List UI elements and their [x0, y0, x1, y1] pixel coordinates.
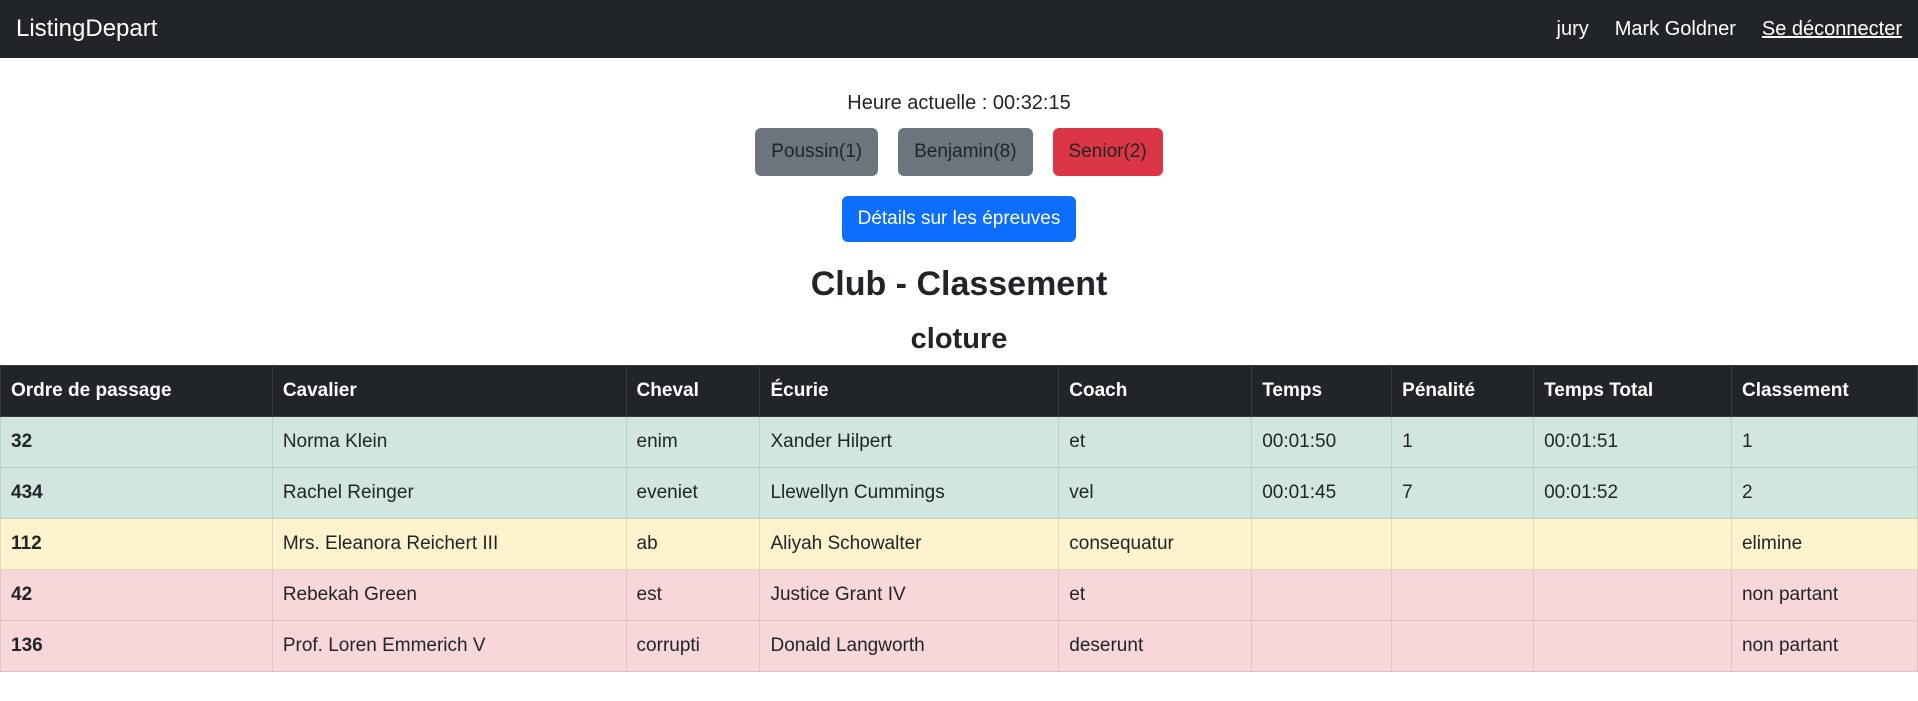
- table-cell: [1251, 518, 1393, 570]
- table-cell: corrupti: [625, 620, 761, 672]
- table-cell: 1: [1391, 416, 1535, 468]
- table-cell: Aliyah Schowalter: [759, 518, 1060, 570]
- table-cell: Llewellyn Cummings: [759, 467, 1060, 519]
- table-cell: [1533, 569, 1732, 621]
- logout-link[interactable]: Se déconnecter: [1762, 18, 1902, 41]
- column-header: Cavalier: [271, 365, 627, 417]
- table-cell: Justice Grant IV: [759, 569, 1060, 621]
- table-row: 42 Rebekah Green est Justice Grant IV et…: [0, 569, 1918, 621]
- table-row: 112 Mrs. Eleanora Reichert III ab Aliyah…: [0, 518, 1918, 570]
- category-button-senior[interactable]: Senior(2): [1052, 128, 1163, 176]
- navbar-user-area: jury Mark Goldner Se déconnecter: [1557, 18, 1903, 41]
- current-time: Heure actuelle : 00:32:15: [847, 92, 1071, 114]
- brand-link[interactable]: ListingDepart: [16, 15, 157, 43]
- page-title: Club - Classement: [810, 265, 1108, 303]
- table-cell: 434: [0, 467, 273, 519]
- table-cell: non partant: [1730, 620, 1918, 672]
- column-header: Temps Total: [1533, 365, 1732, 417]
- table-cell: 00:01:45: [1251, 467, 1393, 519]
- table-cell: [1251, 620, 1393, 672]
- table-cell: 1: [1730, 416, 1918, 468]
- event-details-button[interactable]: Détails sur les épreuves: [841, 196, 1077, 242]
- table-cell: eveniet: [625, 467, 761, 519]
- column-header: Temps: [1251, 365, 1393, 417]
- table-cell: est: [625, 569, 761, 621]
- table-cell: [1251, 569, 1393, 621]
- table-cell: 32: [0, 416, 273, 468]
- table-cell: consequatur: [1058, 518, 1253, 570]
- column-header: Écurie: [759, 365, 1060, 417]
- table-cell: 136: [0, 620, 273, 672]
- column-header: Pénalité: [1391, 365, 1535, 417]
- table-cell: et: [1058, 569, 1253, 621]
- table-cell: Rachel Reinger: [271, 467, 627, 519]
- table-cell: 42: [0, 569, 273, 621]
- table-cell: Xander Hilpert: [759, 416, 1060, 468]
- table-row: 136 Prof. Loren Emmerich V corrupti Dona…: [0, 620, 1918, 672]
- navbar: ListingDepart jury Mark Goldner Se décon…: [0, 0, 1918, 58]
- table-row: 32 Norma Klein enim Xander Hilpert et 00…: [0, 416, 1918, 468]
- table-cell: ab: [625, 518, 761, 570]
- user-name: Mark Goldner: [1614, 17, 1736, 40]
- table-cell: 2: [1730, 467, 1918, 519]
- table-cell: [1391, 518, 1535, 570]
- table-cell: 00:01:51: [1533, 416, 1732, 468]
- table-cell: deserunt: [1058, 620, 1253, 672]
- table-cell: 00:01:50: [1251, 416, 1393, 468]
- table-cell: [1391, 569, 1535, 621]
- category-button-poussin[interactable]: Poussin(1): [755, 128, 879, 176]
- category-button-benjamin[interactable]: Benjamin(8): [898, 128, 1033, 176]
- column-header: Ordre de passage: [0, 365, 273, 417]
- user-role: jury: [1556, 17, 1589, 40]
- table-cell: [1533, 518, 1732, 570]
- table-cell: Donald Langworth: [759, 620, 1060, 672]
- category-buttons: Poussin(1) Benjamin(8) Senior(2): [0, 128, 1918, 176]
- table-cell: enim: [625, 416, 761, 468]
- table-header-row: Ordre de passage Cavalier Cheval Écurie …: [0, 365, 1918, 417]
- table-cell: Prof. Loren Emmerich V: [271, 620, 627, 672]
- table-cell: 00:01:52: [1533, 467, 1732, 519]
- page-subtitle: cloture: [910, 323, 1008, 355]
- column-header: Cheval: [625, 365, 761, 417]
- table-cell: 7: [1391, 467, 1535, 519]
- table-row: 434 Rachel Reinger eveniet Llewellyn Cum…: [0, 467, 1918, 519]
- table-cell: 112: [0, 518, 273, 570]
- table-cell: [1533, 620, 1732, 672]
- table-cell: elimine: [1730, 518, 1918, 570]
- table-cell: Norma Klein: [271, 416, 627, 468]
- table-cell: Mrs. Eleanora Reichert III: [271, 518, 627, 570]
- table-cell: [1391, 620, 1535, 672]
- column-header: Classement: [1730, 365, 1918, 417]
- table-cell: Rebekah Green: [271, 569, 627, 621]
- table-cell: et: [1058, 416, 1253, 468]
- table-cell: non partant: [1730, 569, 1918, 621]
- column-header: Coach: [1058, 365, 1253, 417]
- ranking-table: Ordre de passage Cavalier Cheval Écurie …: [0, 365, 1918, 672]
- table-cell: vel: [1058, 467, 1253, 519]
